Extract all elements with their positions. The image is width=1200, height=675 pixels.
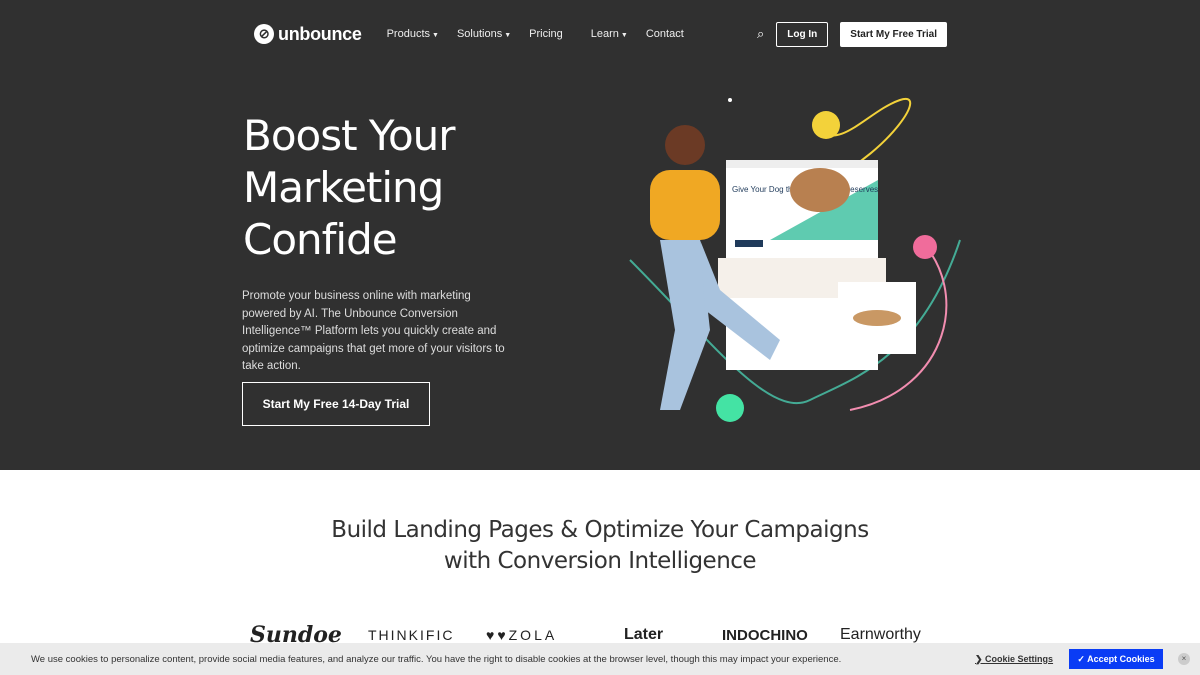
- logo-thinkific: THINKIFIC: [368, 627, 455, 643]
- nav-products[interactable]: Products ▼: [387, 28, 439, 40]
- logo-icon: ⊘: [254, 24, 274, 44]
- search-icon[interactable]: ⌕: [757, 26, 764, 42]
- logo-earnworthy: Earnworthy: [840, 626, 921, 643]
- nav-learn[interactable]: Learn ▼: [591, 28, 628, 40]
- logo-zola: ♥♥ZOLA: [486, 627, 558, 643]
- start-trial-button[interactable]: Start My Free Trial: [840, 21, 947, 47]
- nav-pricing[interactable]: Pricing: [529, 28, 563, 40]
- hero-illustration: Give Your Dog the Vacation He Deserves: [629, 97, 961, 422]
- hero-section: ⊘ unbounce Products ▼ Solutions ▼ Pricing L…: [0, 0, 1200, 470]
- nav-solutions[interactable]: Solutions ▼: [457, 28, 511, 40]
- section-title: Build Landing Pages & Optimize Your Camp…: [331, 517, 869, 574]
- top-nav: ⊘ unbounce Products ▼ Solutions ▼ Pricing L…: [254, 20, 947, 48]
- chevron-down-icon: ▼: [504, 32, 512, 39]
- close-icon[interactable]: ×: [1178, 653, 1190, 665]
- hero-title: Boost Your Marketing Confide: [243, 111, 456, 264]
- free-trial-cta-button[interactable]: Start My Free 14-Day Trial: [242, 382, 430, 426]
- cookie-text: We use cookies to personalize content, p…: [31, 653, 842, 665]
- unbounce-logo[interactable]: ⊘ unbounce: [254, 24, 362, 45]
- hero-description: Promote your business online with market…: [242, 290, 505, 372]
- chevron-down-icon: ▼: [432, 32, 439, 39]
- chevron-down-icon: ▼: [620, 32, 628, 39]
- logo-later: Later: [624, 626, 664, 643]
- logo-indochino: INDOCHINO: [722, 626, 808, 644]
- cookie-banner: We use cookies to personalize content, p…: [0, 643, 1200, 675]
- login-button[interactable]: Log In: [776, 21, 829, 47]
- accept-cookies-button[interactable]: ✓ Accept Cookies: [1069, 649, 1163, 669]
- logo-text: unbounce: [278, 23, 362, 44]
- nav-contact[interactable]: Contact: [646, 28, 684, 40]
- cookie-settings-link[interactable]: ❯ Cookie Settings: [975, 654, 1053, 665]
